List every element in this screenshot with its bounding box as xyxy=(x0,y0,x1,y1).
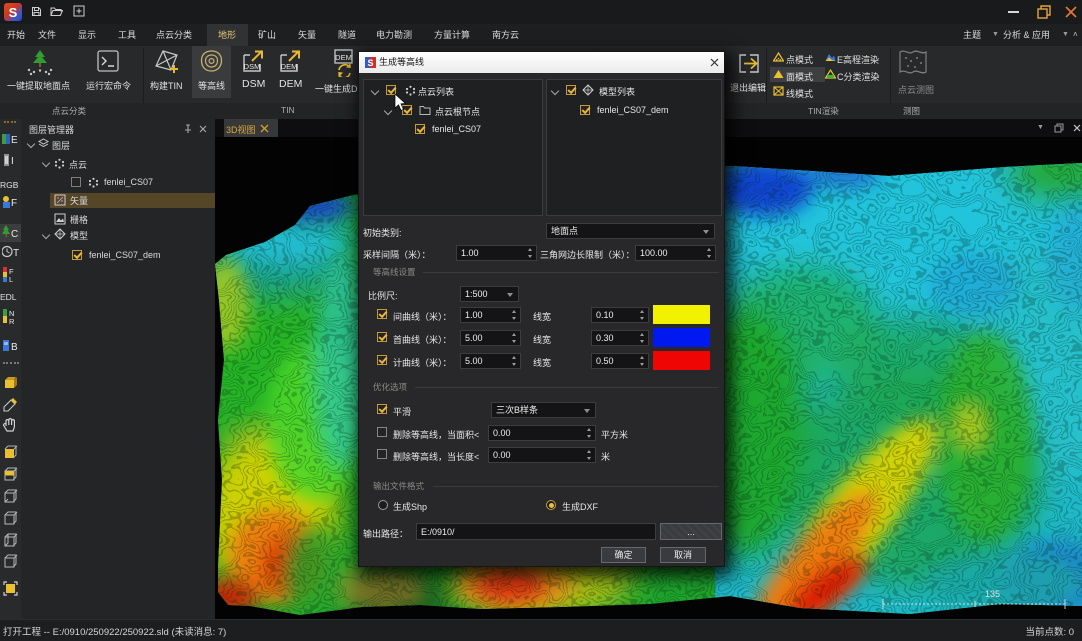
svg-text:F: F xyxy=(11,198,17,208)
svg-text:T: T xyxy=(13,248,19,258)
svg-text:R: R xyxy=(9,317,15,324)
svg-text:E: E xyxy=(11,135,18,145)
svg-text:C: C xyxy=(11,229,18,239)
svg-text:135: 135 xyxy=(985,589,1000,599)
svg-text:DEM: DEM xyxy=(281,62,298,71)
svg-text:I: I xyxy=(11,156,14,166)
svg-text:L: L xyxy=(9,275,13,282)
svg-text:DEM: DEM xyxy=(335,53,352,62)
svg-text:DSM: DSM xyxy=(244,62,261,71)
svg-text:S: S xyxy=(9,5,18,20)
svg-text:S: S xyxy=(367,58,373,68)
svg-text:B: B xyxy=(11,342,18,353)
